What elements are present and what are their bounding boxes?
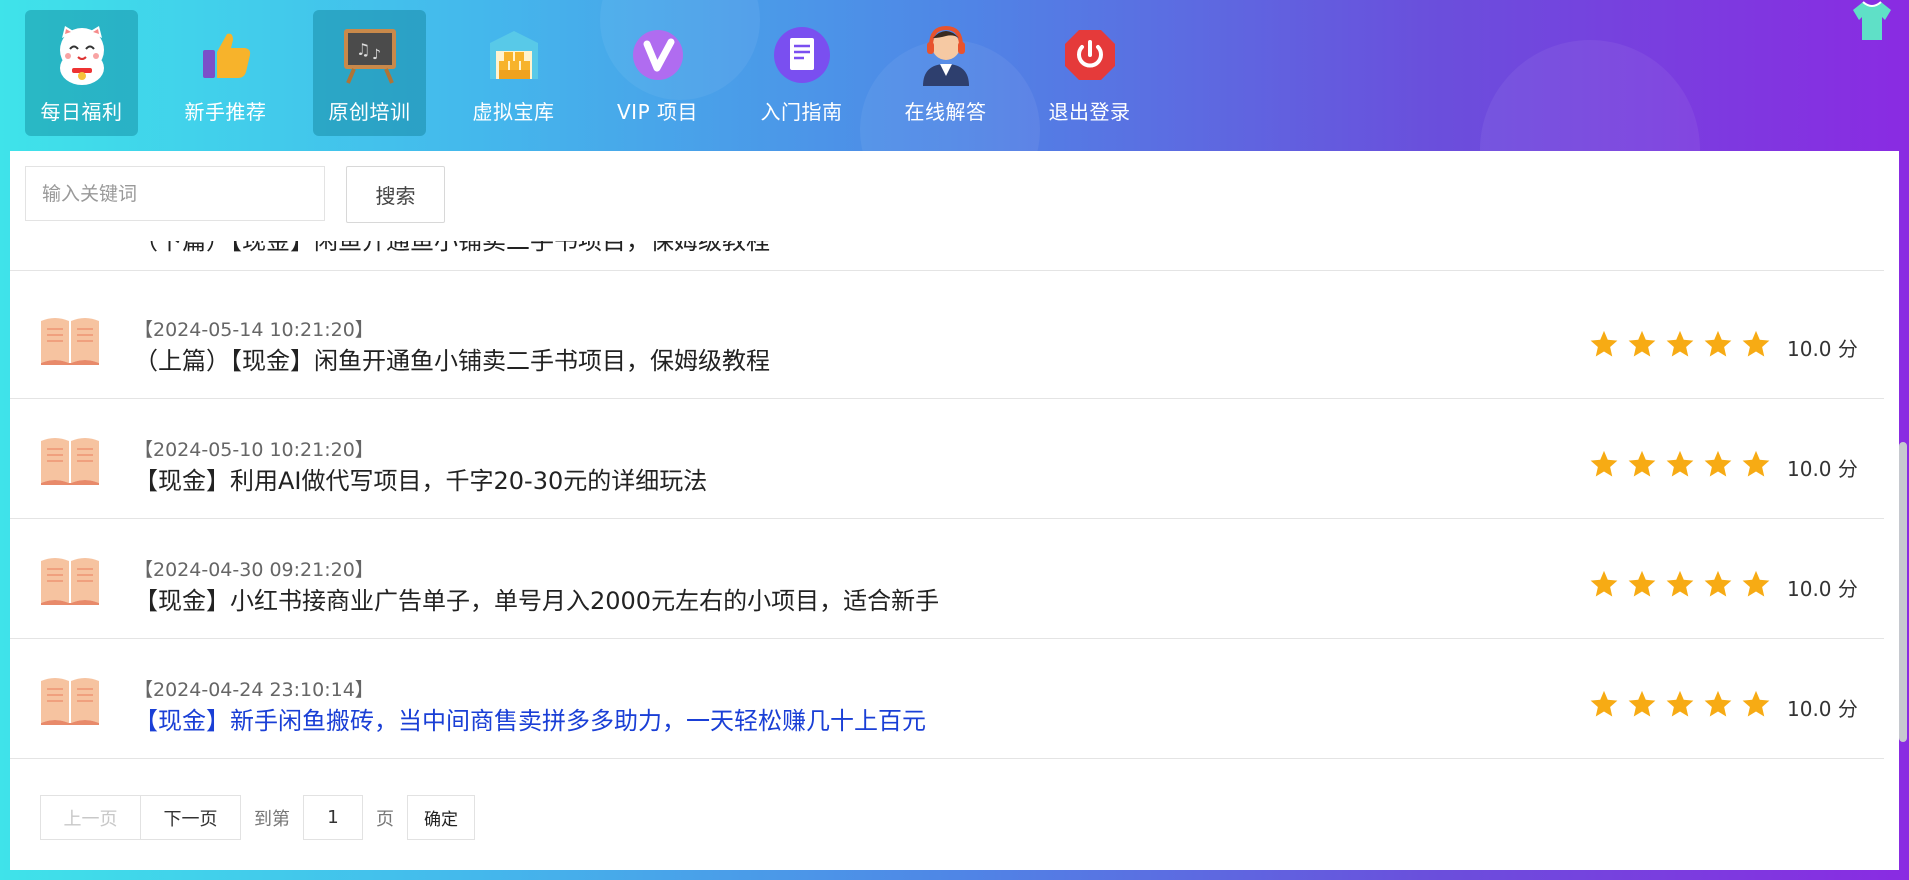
star-icon bbox=[1666, 570, 1694, 597]
confirm-page-button[interactable]: 确定 bbox=[407, 795, 475, 840]
thumbs-up-icon bbox=[195, 24, 257, 86]
pagination: 上一页 下一页 到第 页 确定 bbox=[40, 795, 475, 840]
book-icon bbox=[41, 318, 99, 365]
nav-item-vip-projects[interactable]: VIP 项目 bbox=[601, 10, 714, 136]
article-title[interactable]: 【现金】利用AI做代写项目，千字20-30元的详细玩法 bbox=[134, 461, 707, 496]
star-icon bbox=[1742, 690, 1770, 717]
article-title[interactable]: 【现金】小红书接商业广告单子，单号月入2000元左右的小项目，适合新手 bbox=[134, 581, 939, 616]
book-icon bbox=[41, 438, 99, 485]
svg-text:♪: ♪ bbox=[372, 47, 381, 63]
goto-label: 到第 bbox=[254, 808, 290, 830]
score: 10.0 分 bbox=[1787, 697, 1858, 721]
star-icon bbox=[1666, 690, 1694, 717]
star-icon bbox=[1704, 330, 1732, 357]
star-icon bbox=[1590, 570, 1618, 597]
next-page-button[interactable]: 下一页 bbox=[140, 795, 241, 840]
nav-label: 原创培训 bbox=[328, 100, 411, 124]
page-number-input[interactable] bbox=[303, 795, 363, 840]
rating-stars bbox=[1589, 569, 1771, 599]
article-date: 【2024-05-14 10:21:20】 bbox=[134, 319, 374, 341]
star-icon bbox=[1742, 570, 1770, 597]
list-item[interactable]: 【2024-04-24 23:10:14】 【现金】新手闲鱼搬砖，当中间商售卖拼… bbox=[10, 639, 1884, 759]
rating-stars bbox=[1589, 329, 1771, 359]
star-icon bbox=[1742, 450, 1770, 477]
power-icon bbox=[1059, 24, 1121, 86]
search-button[interactable]: 搜索 bbox=[346, 166, 445, 223]
nav-label: 退出登录 bbox=[1048, 100, 1131, 124]
article-date: 【2024-04-30 09:21:20】 bbox=[134, 559, 374, 581]
page-unit-label: 页 bbox=[376, 808, 394, 830]
search-bar: 搜索 bbox=[10, 151, 1899, 241]
nav-label: VIP 项目 bbox=[617, 100, 698, 124]
score: 10.0 分 bbox=[1787, 457, 1858, 481]
star-icon bbox=[1704, 450, 1732, 477]
star-icon bbox=[1590, 450, 1618, 477]
nav-item-logout[interactable]: 退出登录 bbox=[1033, 10, 1146, 136]
rating-stars bbox=[1589, 449, 1771, 479]
nav-item-online-answer[interactable]: 在线解答 bbox=[889, 10, 1002, 136]
star-icon bbox=[1628, 690, 1656, 717]
nav-label: 在线解答 bbox=[904, 100, 987, 124]
scrollbar[interactable] bbox=[1899, 442, 1907, 742]
prev-page-button[interactable]: 上一页 bbox=[40, 795, 141, 840]
star-icon bbox=[1628, 570, 1656, 597]
nav-item-daily-welfare[interactable]: 每日福利 bbox=[25, 10, 138, 136]
score: 10.0 分 bbox=[1787, 337, 1858, 361]
nav-item-getting-started[interactable]: 入门指南 bbox=[745, 10, 858, 136]
list-item[interactable]: 【2024-05-14 10:21:20】 （上篇）【现金】闲鱼开通鱼小铺卖二手… bbox=[10, 279, 1884, 399]
treasure-house-icon bbox=[483, 24, 545, 86]
star-icon bbox=[1704, 690, 1732, 717]
star-icon bbox=[1742, 330, 1770, 357]
rating-stars bbox=[1589, 689, 1771, 719]
skin-shirt-icon[interactable] bbox=[1849, 0, 1895, 42]
article-title[interactable]: （上篇）【现金】闲鱼开通鱼小铺卖二手书项目，保姆级教程 bbox=[134, 341, 770, 376]
nav-item-newbie-recommend[interactable]: 新手推荐 bbox=[169, 10, 282, 136]
star-icon bbox=[1704, 570, 1732, 597]
nav-label: 入门指南 bbox=[760, 100, 843, 124]
lucky-cat-icon bbox=[51, 24, 113, 86]
star-icon bbox=[1590, 690, 1618, 717]
star-icon bbox=[1590, 330, 1618, 357]
book-icon bbox=[41, 678, 99, 725]
star-icon bbox=[1666, 450, 1694, 477]
nav-label: 新手推荐 bbox=[184, 100, 267, 124]
nav-item-virtual-treasury[interactable]: 虚拟宝库 bbox=[457, 10, 570, 136]
document-icon bbox=[771, 24, 833, 86]
nav-label: 每日福利 bbox=[40, 100, 123, 124]
article-date: 【2024-05-10 10:21:20】 bbox=[134, 439, 374, 461]
article-title[interactable]: 【现金】新手闲鱼搬砖，当中间商售卖拼多多助力，一天轻松赚几十上百元 bbox=[134, 701, 926, 736]
top-nav: 每日福利 新手推荐 ♫ ♪ 原创培训 虚拟宝库 VIP 项目 入门指南 在线解答… bbox=[0, 0, 1909, 260]
nav-item-original-training[interactable]: ♫ ♪ 原创培训 bbox=[313, 10, 426, 136]
content-panel: （下篇）【现金】闲鱼开通鱼小铺卖二手书项目，保姆级教程 【2024-05-14 … bbox=[10, 151, 1899, 870]
nav-label: 虚拟宝库 bbox=[472, 100, 555, 124]
book-icon bbox=[41, 558, 99, 605]
blackboard-icon: ♫ ♪ bbox=[339, 24, 401, 86]
article-date: 【2024-04-24 23:10:14】 bbox=[134, 679, 374, 701]
svg-text:♫: ♫ bbox=[356, 40, 370, 59]
headset-agent-icon bbox=[915, 24, 977, 86]
search-input[interactable] bbox=[25, 166, 325, 221]
list-item[interactable]: 【2024-04-30 09:21:20】 【现金】小红书接商业广告单子，单号月… bbox=[10, 519, 1884, 639]
star-icon bbox=[1628, 450, 1656, 477]
vip-icon bbox=[627, 24, 689, 86]
list-item[interactable]: 【2024-05-10 10:21:20】 【现金】利用AI做代写项目，千字20… bbox=[10, 399, 1884, 519]
star-icon bbox=[1628, 330, 1656, 357]
star-icon bbox=[1666, 330, 1694, 357]
score: 10.0 分 bbox=[1787, 577, 1858, 601]
